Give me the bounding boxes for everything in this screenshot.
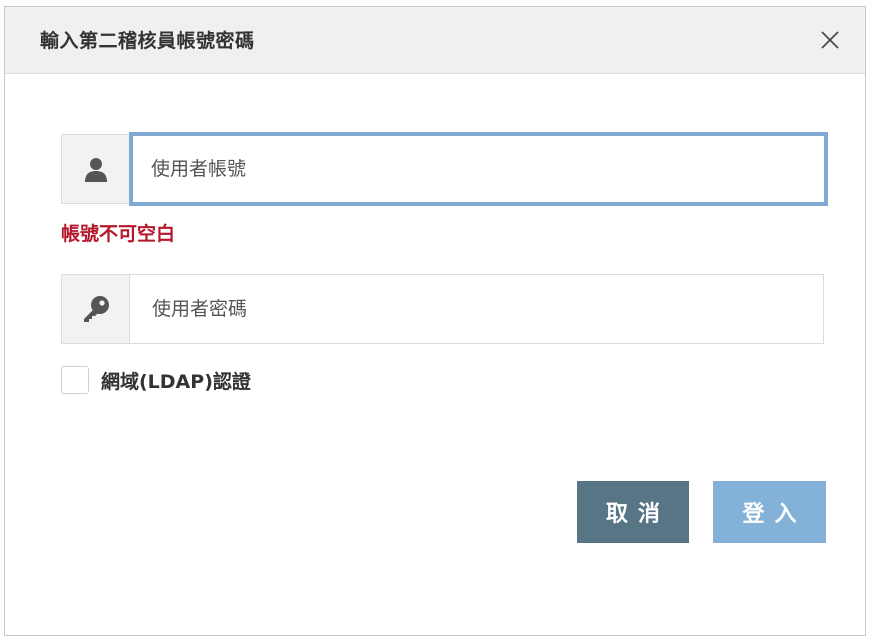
username-addon — [62, 135, 130, 203]
username-error-message: 帳號不可空白 — [61, 223, 176, 245]
key-icon — [83, 296, 109, 322]
username-focus-ring — [129, 132, 828, 206]
close-icon — [821, 31, 839, 49]
username-input-group — [61, 132, 828, 206]
user-icon — [84, 158, 107, 182]
dialog-header: 輸入第二稽核員帳號密碼 — [5, 7, 865, 74]
password-input[interactable] — [130, 275, 823, 343]
ldap-label[interactable]: 網域(LDAP)認證 — [101, 367, 251, 394]
dialog-title: 輸入第二稽核員帳號密碼 — [40, 30, 255, 52]
ldap-checkbox[interactable] — [61, 366, 89, 394]
password-input-group — [61, 274, 824, 344]
login-button[interactable]: 登入 — [713, 481, 826, 543]
ldap-option: 網域(LDAP)認證 — [61, 366, 251, 394]
password-addon — [62, 275, 130, 343]
cancel-button[interactable]: 取消 — [577, 481, 689, 543]
close-button[interactable] — [819, 29, 841, 51]
login-dialog: 輸入第二稽核員帳號密碼 帳號不可空白 — [4, 6, 866, 636]
username-input[interactable] — [133, 136, 824, 202]
